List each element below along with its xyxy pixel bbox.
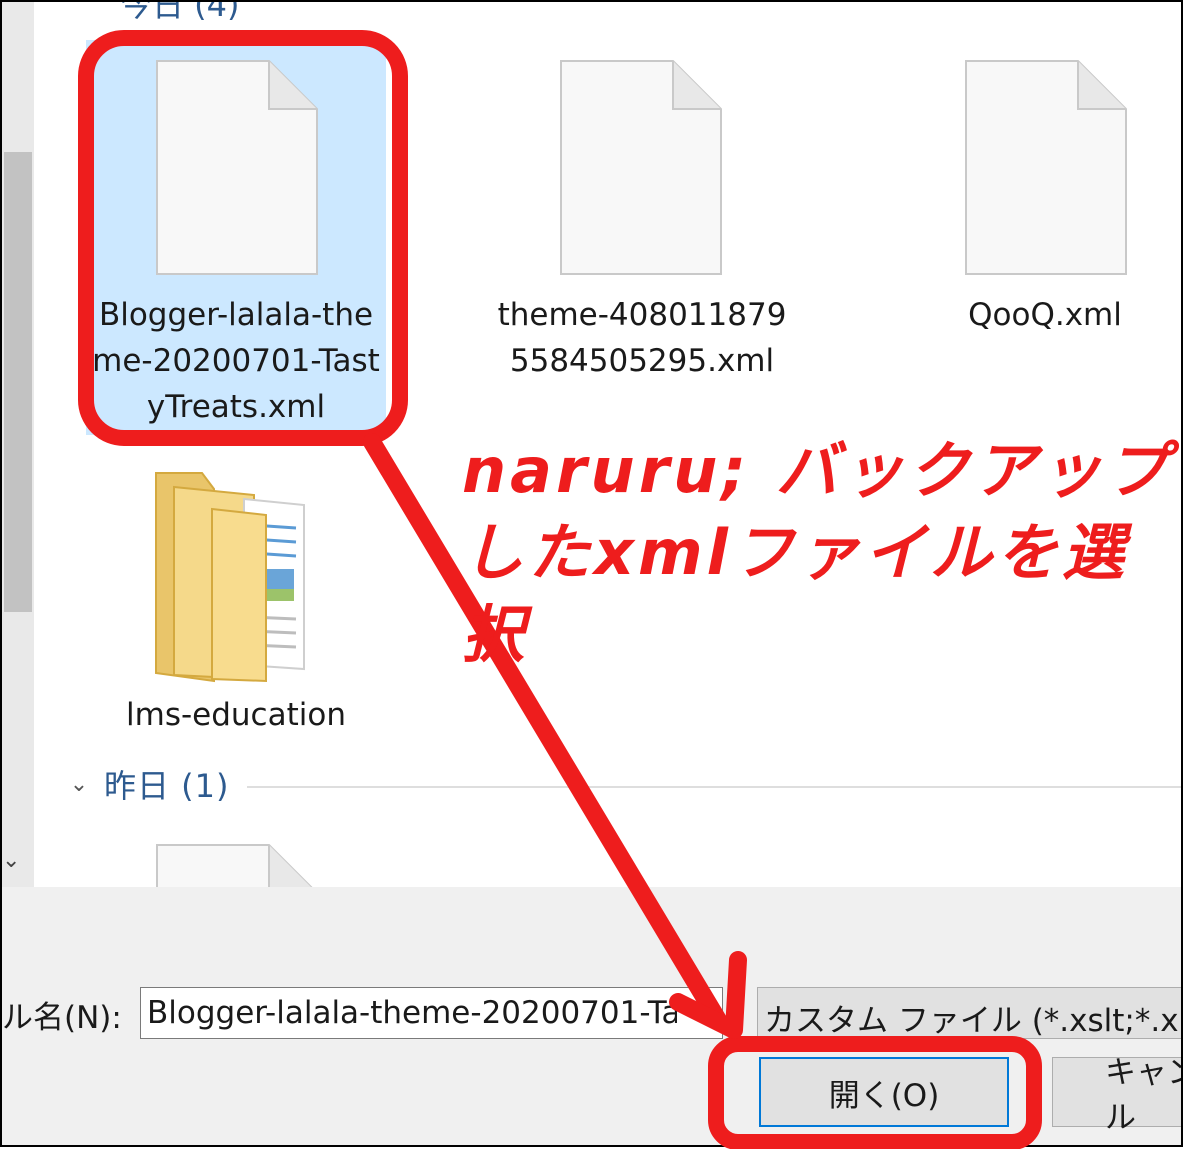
folder-tile-lms-education[interactable]: lms-education	[86, 457, 386, 747]
file-name: QooQ.xml	[968, 297, 1122, 333]
file-name: Blogger-lalala-theme-20200701-TastyTreat…	[92, 297, 380, 425]
file-tile-theme-xml[interactable]: theme-4080118795584505295.xml	[492, 40, 792, 435]
navigation-pane-scrollbar[interactable]	[2, 2, 34, 887]
filename-input[interactable]: Blogger-lalala-theme-20200701-TastyTreat…	[140, 987, 723, 1039]
file-type-select[interactable]: カスタム ファイル (*.xslt;*.xbl;*.xml)	[757, 987, 1181, 1039]
document-icon	[156, 60, 318, 275]
group-header-yesterday[interactable]: ⌄ 昨日 (1)	[64, 762, 230, 806]
chevron-down-icon[interactable]: ⌄	[64, 769, 94, 799]
scrollbar-thumb[interactable]	[4, 152, 32, 612]
folder-icon	[155, 472, 305, 683]
chevron-down-icon[interactable]: ⌄	[2, 850, 20, 872]
filename-value: Blogger-lalala-theme-20200701-TastyTreat…	[147, 995, 677, 1031]
cancel-button[interactable]: キャンセル	[1052, 1055, 1181, 1136]
chevron-down-icon[interactable]: ⌄	[696, 998, 714, 1023]
document-icon	[560, 60, 722, 275]
file-name: theme-4080118795584505295.xml	[497, 297, 787, 379]
group-divider	[247, 786, 1181, 788]
filename-label: ル名(N):	[2, 1000, 122, 1036]
group-label: 昨日 (1)	[104, 767, 230, 805]
group-header-today[interactable]: 今日 (4)	[120, 2, 240, 26]
file-tile-qooq-xml[interactable]: QooQ.xml	[895, 40, 1181, 435]
file-tile-blogger-theme[interactable]: Blogger-lalala-theme-20200701-TastyTreat…	[86, 40, 386, 435]
document-icon	[965, 60, 1127, 275]
folder-name: lms-education	[126, 697, 346, 733]
file-type-value: カスタム ファイル (*.xslt;*.xbl;*.xml)	[764, 1003, 1181, 1039]
open-button[interactable]: 開く(O)	[759, 1057, 1009, 1127]
file-open-dialog: ⌄ 今日 (4) Blogger-lalala-theme-20200701-T…	[0, 0, 1183, 1147]
